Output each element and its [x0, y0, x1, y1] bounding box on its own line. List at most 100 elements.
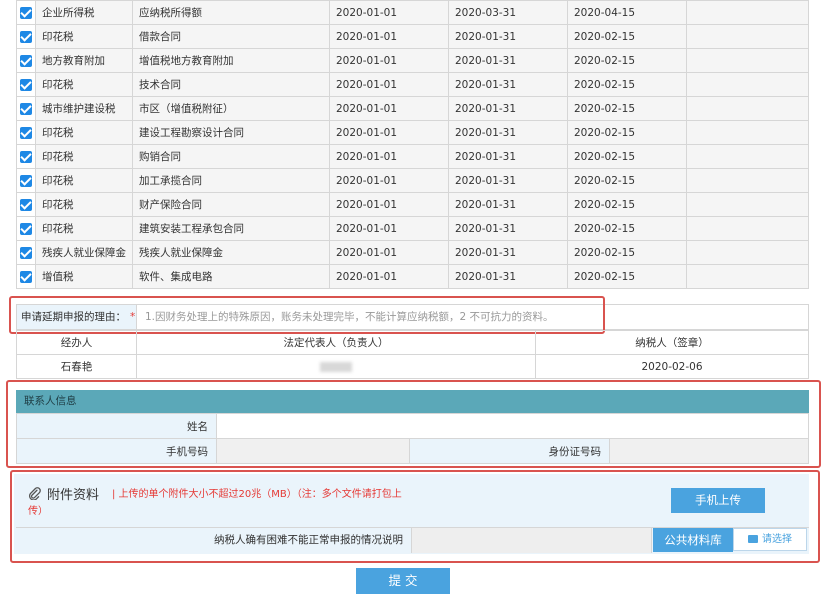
checkbox-checked-icon[interactable]: [20, 198, 32, 211]
tax-type-cell: 地方教育附加: [35, 48, 133, 73]
period-start-cell: 2020-01-01: [329, 240, 449, 265]
period-start-cell: 2020-01-01: [329, 96, 449, 121]
due-date-cell: 2020-02-15: [567, 240, 687, 265]
due-date-cell: 2020-02-15: [567, 96, 687, 121]
period-end-cell: 2020-01-31: [448, 48, 568, 73]
row-checkbox-cell: [16, 72, 36, 97]
row-checkbox-cell: [16, 240, 36, 265]
period-end-cell: 2020-01-31: [448, 264, 568, 289]
period-start-cell: 2020-01-01: [329, 192, 449, 217]
tax-item-cell: 软件、集成电路: [132, 264, 330, 289]
row-checkbox-cell: [16, 120, 36, 145]
redacted-name: [320, 361, 352, 372]
contact-highlight-frame: [6, 380, 821, 468]
checkbox-checked-icon[interactable]: [20, 246, 32, 259]
tax-type-cell: 印花税: [35, 72, 133, 97]
tax-type-cell: 增值税: [35, 264, 133, 289]
tax-type-cell: 企业所得税: [35, 0, 133, 25]
row-checkbox-cell: [16, 24, 36, 49]
due-date-cell: 2020-02-15: [567, 72, 687, 97]
due-date-cell: 2020-02-15: [567, 144, 687, 169]
extra-cell: [686, 48, 809, 73]
period-start-cell: 2020-01-01: [329, 0, 449, 25]
tax-item-cell: 应纳税所得额: [132, 0, 330, 25]
row-checkbox-cell: [16, 264, 36, 289]
period-end-cell: 2020-03-31: [448, 0, 568, 25]
tax-row: 残疾人就业保障金 残疾人就业保障金 2020-01-01 2020-01-31 2020…: [16, 240, 809, 265]
tax-item-cell: 市区（增值税附征）: [132, 96, 330, 121]
period-start-cell: 2020-01-01: [329, 264, 449, 289]
tax-item-cell: 残疾人就业保障金: [132, 240, 330, 265]
period-end-cell: 2020-01-31: [448, 168, 568, 193]
tax-item-cell: 财产保险合同: [132, 192, 330, 217]
tax-row: 印花税 建筑安装工程承包合同 2020-01-01 2020-01-31 2020-02…: [16, 216, 809, 241]
tax-type-cell: 印花税: [35, 216, 133, 241]
reason-highlight-frame: [9, 296, 605, 334]
extra-cell: [686, 72, 809, 97]
checkbox-checked-icon[interactable]: [20, 78, 32, 91]
due-date-cell: 2020-02-15: [567, 264, 687, 289]
tax-row: 印花税 加工承揽合同 2020-01-01 2020-01-31 2020-02-15: [16, 168, 809, 193]
checkbox-checked-icon[interactable]: [20, 54, 32, 67]
checkbox-checked-icon[interactable]: [20, 102, 32, 115]
period-start-cell: 2020-01-01: [329, 120, 449, 145]
due-date-cell: 2020-02-15: [567, 24, 687, 49]
checkbox-checked-icon[interactable]: [20, 6, 32, 19]
tax-item-cell: 建设工程勘察设计合同: [132, 120, 330, 145]
due-date-cell: 2020-02-15: [567, 120, 687, 145]
tax-item-cell: 借款合同: [132, 24, 330, 49]
checkbox-checked-icon[interactable]: [20, 174, 32, 187]
checkbox-checked-icon[interactable]: [20, 150, 32, 163]
period-end-cell: 2020-01-31: [448, 144, 568, 169]
tax-row: 印花税 购销合同 2020-01-01 2020-01-31 2020-02-15: [16, 144, 809, 169]
checkbox-checked-icon[interactable]: [20, 30, 32, 43]
tax-row: 印花税 技术合同 2020-01-01 2020-01-31 2020-02-15: [16, 72, 809, 97]
tax-type-cell: 印花税: [35, 192, 133, 217]
tax-item-cell: 建筑安装工程承包合同: [132, 216, 330, 241]
tax-row: 企业所得税 应纳税所得额 2020-01-01 2020-03-31 2020-04-1…: [16, 0, 809, 25]
row-checkbox-cell: [16, 168, 36, 193]
extra-cell: [686, 0, 809, 25]
extra-cell: [686, 96, 809, 121]
attachments-highlight-frame: [10, 470, 820, 563]
due-date-cell: 2020-02-15: [567, 192, 687, 217]
tax-item-cell: 技术合同: [132, 72, 330, 97]
tax-item-cell: 加工承揽合同: [132, 168, 330, 193]
tax-row: 城市维护建设税 市区（增值税附征） 2020-01-01 2020-01-31 2020…: [16, 96, 809, 121]
row-checkbox-cell: [16, 96, 36, 121]
extra-cell: [686, 192, 809, 217]
extra-cell: [686, 216, 809, 241]
extra-cell: [686, 120, 809, 145]
period-start-cell: 2020-01-01: [329, 72, 449, 97]
period-start-cell: 2020-01-01: [329, 24, 449, 49]
tax-type-cell: 城市维护建设税: [35, 96, 133, 121]
tax-type-cell: 印花税: [35, 24, 133, 49]
period-end-cell: 2020-01-31: [448, 120, 568, 145]
period-start-cell: 2020-01-01: [329, 144, 449, 169]
period-end-cell: 2020-01-31: [448, 72, 568, 97]
period-end-cell: 2020-01-31: [448, 192, 568, 217]
checkbox-checked-icon[interactable]: [20, 222, 32, 235]
checkbox-checked-icon[interactable]: [20, 126, 32, 139]
row-checkbox-cell: [16, 48, 36, 73]
due-date-cell: 2020-02-15: [567, 48, 687, 73]
period-start-cell: 2020-01-01: [329, 168, 449, 193]
signature-table: 经办人 法定代表人（负责人） 纳税人（签章） 石春艳 2020-02-06: [16, 330, 809, 379]
row-checkbox-cell: [16, 192, 36, 217]
period-end-cell: 2020-01-31: [448, 216, 568, 241]
row-checkbox-cell: [16, 216, 36, 241]
taxpayer-seal-label: 纳税人（签章）: [535, 330, 809, 355]
period-end-cell: 2020-01-31: [448, 24, 568, 49]
extra-cell: [686, 24, 809, 49]
legal-rep-name: [136, 354, 536, 379]
tax-row: 印花税 建设工程勘察设计合同 2020-01-01 2020-01-31 2020-02…: [16, 120, 809, 145]
tax-type-cell: 印花税: [35, 120, 133, 145]
tax-items-table: 企业所得税 应纳税所得额 2020-01-01 2020-03-31 2020-04-1…: [16, 0, 809, 289]
tax-row: 增值税 软件、集成电路 2020-01-01 2020-01-31 2020-02-15: [16, 264, 809, 289]
submit-button[interactable]: 提 交: [356, 568, 450, 594]
period-end-cell: 2020-01-31: [448, 240, 568, 265]
tax-item-cell: 购销合同: [132, 144, 330, 169]
extra-cell: [686, 144, 809, 169]
checkbox-checked-icon[interactable]: [20, 270, 32, 283]
period-start-cell: 2020-01-01: [329, 216, 449, 241]
